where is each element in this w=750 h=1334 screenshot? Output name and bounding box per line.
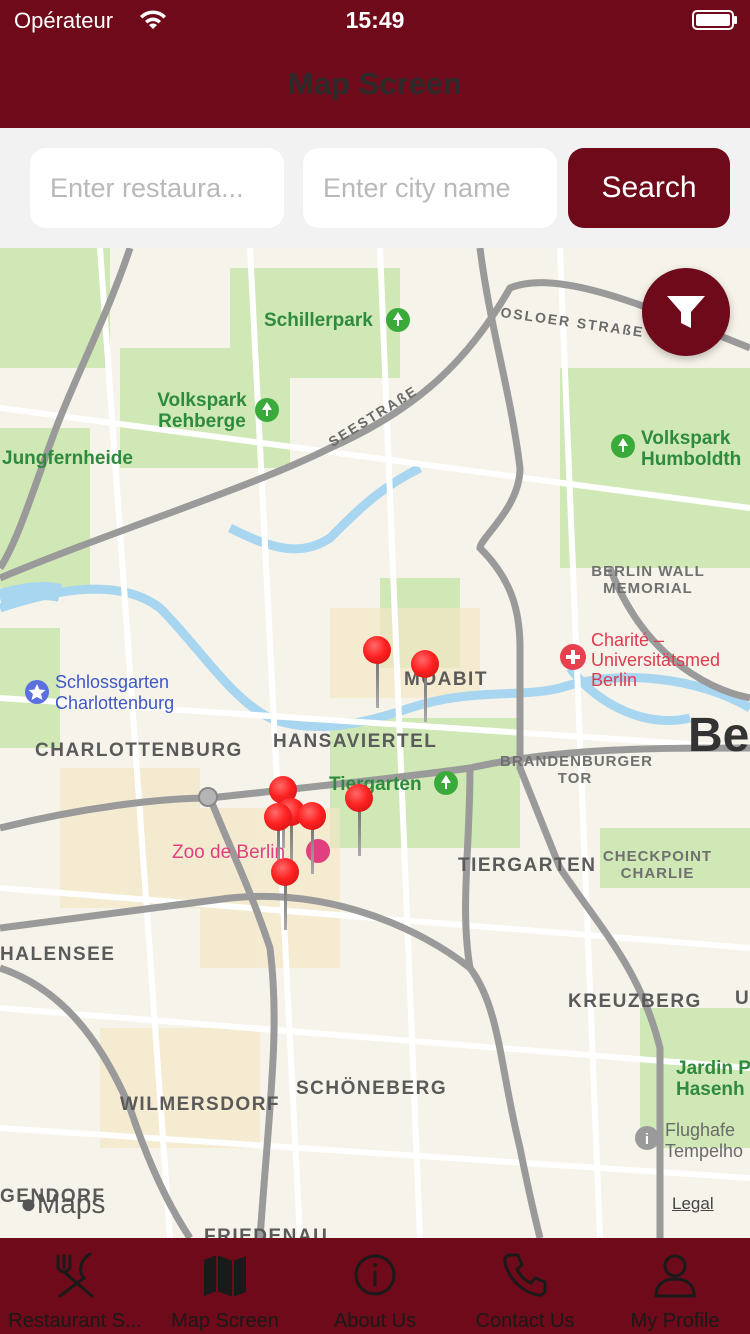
district-label-charlottenburg: CHARLOTTENBURG	[35, 740, 243, 761]
park-label-humboldthain: Volkspark Humboldth	[641, 428, 742, 470]
restaurant-search-input[interactable]	[30, 148, 284, 228]
restaurant-pin[interactable]	[362, 636, 392, 710]
tab-label: My Profile	[630, 1310, 720, 1332]
landmark-brandenburger-tor: BRANDENBURGER TOR	[500, 753, 654, 787]
poi-label-charite: Charité – Universitätsmed Berlin	[591, 630, 721, 690]
restaurant-pin[interactable]	[410, 650, 440, 724]
restaurant-pin[interactable]	[344, 784, 374, 858]
tab-contact-us[interactable]: Contact Us	[450, 1238, 600, 1334]
phone-icon	[503, 1253, 547, 1297]
svg-text:i: i	[645, 1131, 649, 1148]
apple-logo-icon: ●	[20, 1188, 37, 1219]
park-label-rehberge: Volkspark Rehberge	[157, 390, 247, 432]
utensils-icon	[56, 1252, 94, 1298]
landmark-checkpoint-charlie: CHECKPOINT CHARLIE	[602, 848, 713, 882]
tab-bar: Restaurant S... Map Screen About Us Cont…	[0, 1238, 750, 1334]
tab-my-profile[interactable]: My Profile	[600, 1238, 750, 1334]
tab-map-screen[interactable]: Map Screen	[150, 1238, 300, 1334]
district-label-wilmersdorf: WILMERSDORF	[120, 1094, 281, 1115]
tab-about-us[interactable]: About Us	[300, 1238, 450, 1334]
tab-label: Contact Us	[475, 1310, 575, 1332]
district-label-edge: U	[735, 988, 750, 1009]
district-label-schoneberg: SCHÖNEBERG	[296, 1078, 448, 1099]
search-bar: Search	[0, 128, 750, 248]
tab-label: Restaurant S...	[8, 1310, 142, 1332]
map-icon	[204, 1255, 246, 1297]
district-label-hansaviertel: HANSAVIERTEL	[273, 731, 438, 752]
info-icon	[354, 1254, 396, 1296]
city-search-input[interactable]	[303, 148, 557, 228]
city-label: Be	[688, 709, 750, 762]
park-label-jardin: Jardin P Hasenh	[676, 1058, 750, 1100]
navigation-header: Map Screen	[0, 40, 750, 128]
park-label-jungfernheide: Jungfernheide	[2, 448, 133, 469]
legal-link[interactable]: Legal	[672, 1194, 714, 1214]
landmark-berlin-wall: BERLIN WALL MEMORIAL	[591, 563, 705, 597]
poi-label-flughafen: Flughafe Tempelho	[665, 1120, 744, 1161]
park-label-schillerpark: Schillerpark	[264, 310, 373, 331]
status-bar: Opérateur 15:49	[0, 0, 750, 40]
district-label-tiergarten: TIERGARTEN	[458, 855, 597, 876]
district-label-halensee: HALENSEE	[0, 944, 116, 965]
restaurant-pin[interactable]	[297, 802, 327, 876]
poi-label-schlossgarten: Schlossgarten Charlottenburg	[55, 672, 175, 713]
district-label-kreuzberg: KREUZBERG	[568, 991, 702, 1012]
battery-icon	[692, 10, 737, 30]
tab-label: About Us	[333, 1310, 417, 1332]
map-view[interactable]: i OSLOER STRAßE SEESTRAßE Schillerpark V…	[0, 248, 750, 1238]
tab-restaurant-search[interactable]: Restaurant S...	[0, 1238, 150, 1334]
filter-icon	[667, 296, 705, 328]
status-time: 15:49	[345, 7, 405, 33]
search-button[interactable]: Search	[568, 148, 730, 228]
park-label-tiergarten: Tiergarten	[329, 774, 422, 795]
page-title: Map Screen	[287, 66, 462, 101]
district-label-friedenau: FRIEDENAU	[204, 1226, 329, 1238]
maps-attribution-text: Maps	[36, 1188, 106, 1219]
maps-attribution: ●Maps	[20, 1188, 105, 1220]
tab-label: Map Screen	[171, 1310, 279, 1332]
user-icon	[654, 1254, 696, 1298]
filter-button[interactable]	[642, 268, 730, 356]
restaurant-pin[interactable]	[270, 858, 300, 932]
